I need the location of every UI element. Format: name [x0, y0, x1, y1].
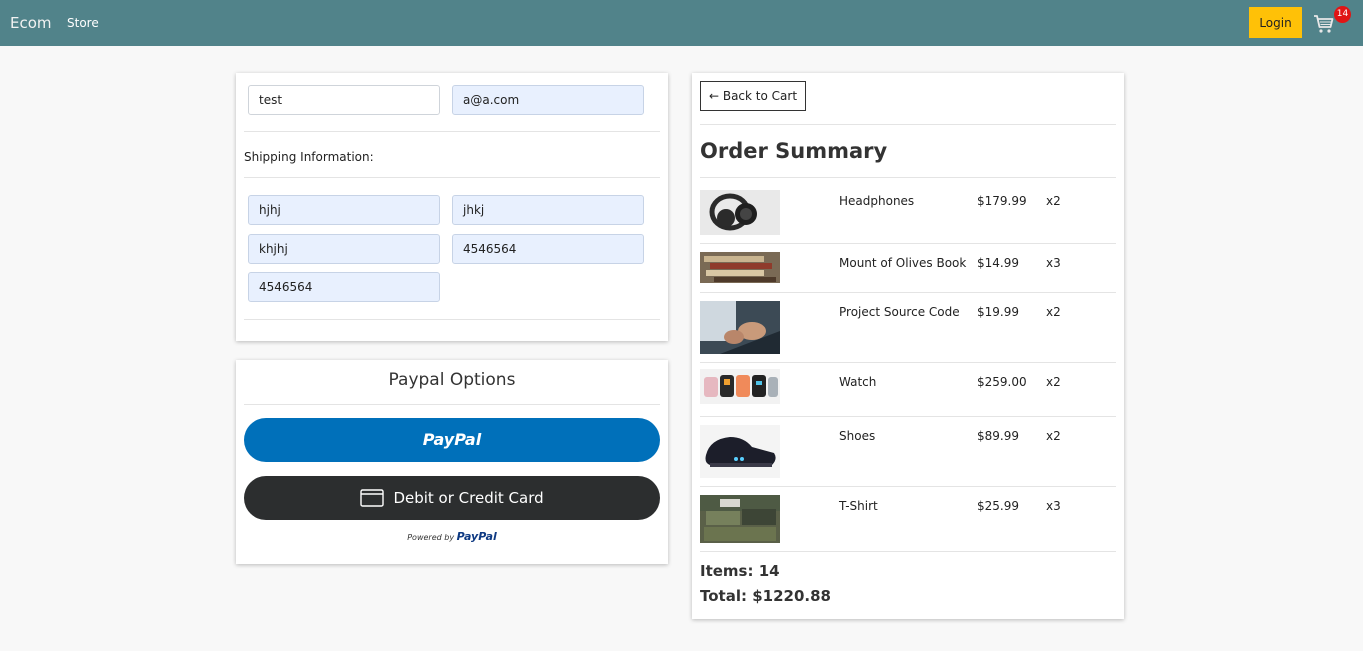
paypal-options-title: Paypal Options	[388, 370, 516, 390]
product-image-headphones	[700, 190, 780, 235]
product-quantity: x3	[1046, 256, 1061, 270]
powered-by-text: Powered by	[407, 533, 455, 542]
back-to-cart-button[interactable]: ← Back to Cart	[700, 81, 806, 111]
product-name: Watch	[839, 375, 877, 389]
cart-count-badge: 14	[1334, 6, 1351, 23]
card-button-label: Debit or Credit Card	[393, 489, 544, 507]
product-price: $19.99	[977, 305, 1019, 319]
product-quantity: x3	[1046, 499, 1061, 513]
country-field[interactable]: 4546564	[248, 272, 440, 302]
product-image-watch	[700, 369, 780, 404]
divider	[244, 404, 660, 405]
product-price: $259.00	[977, 375, 1027, 389]
divider	[244, 131, 660, 132]
product-quantity: x2	[1046, 194, 1061, 208]
checkout-form-card: test a@a.com Shipping Information: hjhj …	[236, 73, 668, 341]
product-quantity: x2	[1046, 375, 1061, 389]
email-field[interactable]: a@a.com	[452, 85, 644, 115]
divider	[700, 124, 1116, 125]
paypal-options-card: Paypal Options PayPal Debit or Credit Ca…	[236, 360, 668, 564]
powered-by-paypal: Powered by PayPal	[236, 530, 668, 543]
product-name: T-Shirt	[839, 499, 878, 513]
brand-logo[interactable]: Ecom	[10, 14, 52, 32]
order-total: Total: $1220.88	[700, 587, 831, 605]
product-name: Shoes	[839, 429, 876, 443]
order-summary-title: Order Summary	[700, 139, 888, 163]
powered-by-brand: PayPal	[456, 530, 497, 543]
product-quantity: x2	[1046, 305, 1061, 319]
product-name: Project Source Code	[839, 305, 960, 319]
product-image-shoes	[700, 425, 780, 478]
state-field[interactable]: khjhj	[248, 234, 440, 264]
product-image-tshirt	[700, 495, 780, 543]
zipcode-field[interactable]: 4546564	[452, 234, 644, 264]
name-field[interactable]: test	[248, 85, 440, 115]
product-name: Headphones	[839, 194, 915, 208]
address-field[interactable]: hjhj	[248, 195, 440, 225]
product-image-laptop	[700, 301, 780, 354]
login-button[interactable]: Login	[1249, 7, 1302, 38]
product-price: $89.99	[977, 429, 1019, 443]
divider	[244, 177, 660, 178]
divider	[700, 486, 1116, 487]
shipping-info-label: Shipping Information:	[244, 150, 374, 164]
paypal-button-label: PayPal	[422, 430, 482, 449]
divider	[244, 319, 660, 320]
divider	[700, 177, 1116, 178]
cart-icon[interactable]	[1312, 12, 1336, 36]
order-summary-card: ← Back to Cart Order Summary Headphones …	[692, 73, 1124, 619]
debit-credit-card-button[interactable]: Debit or Credit Card	[244, 476, 660, 520]
navbar: Ecom Store Login 14	[0, 0, 1363, 46]
product-name: Mount of Olives Book	[839, 256, 967, 270]
divider	[700, 362, 1116, 363]
product-image-book	[700, 252, 780, 283]
divider	[700, 292, 1116, 293]
paypal-button[interactable]: PayPal	[244, 418, 660, 462]
product-quantity: x2	[1046, 429, 1061, 443]
divider	[700, 243, 1116, 244]
divider	[700, 416, 1116, 417]
nav-link-store[interactable]: Store	[67, 16, 99, 30]
product-price: $25.99	[977, 499, 1019, 513]
credit-card-icon	[360, 488, 393, 507]
items-count: Items: 14	[700, 562, 780, 580]
city-field[interactable]: jhkj	[452, 195, 644, 225]
product-price: $14.99	[977, 256, 1019, 270]
product-price: $179.99	[977, 194, 1027, 208]
divider	[700, 551, 1116, 552]
